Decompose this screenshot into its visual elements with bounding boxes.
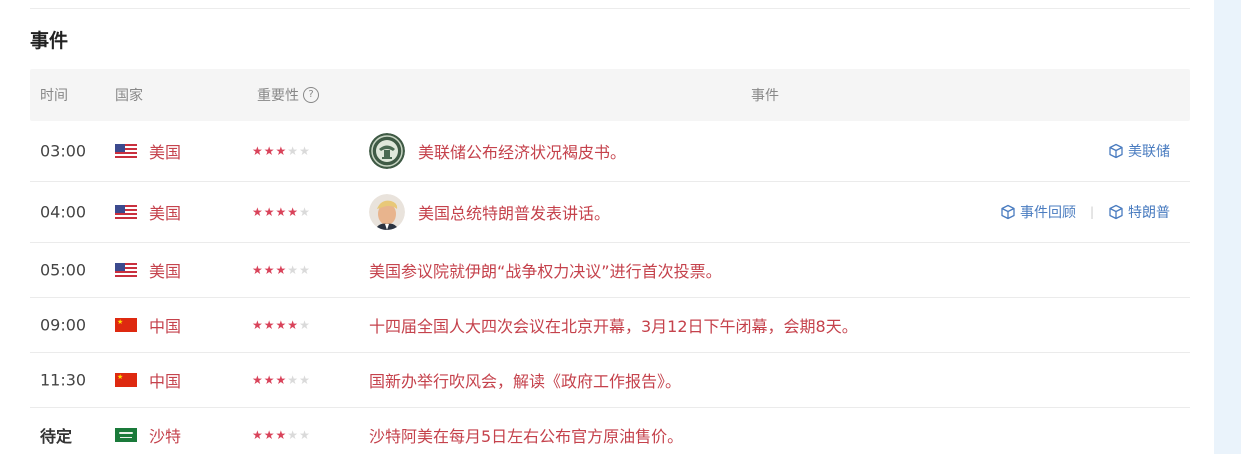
star-filled-icon: ★ [252,263,263,277]
star-filled-icon: ★ [263,144,275,158]
us-flag-icon [115,205,137,219]
event-title[interactable]: 美国参议院就伊朗“战争权力决议”进行首次投票。 [369,258,722,282]
star-filled-icon: ★ [252,144,263,158]
star-empty-icon: ★ [299,144,310,158]
tag-separator: | [1089,205,1094,219]
star-filled-icon: ★ [287,205,299,219]
star-empty-icon: ★ [287,373,299,387]
star-filled-icon: ★ [252,428,263,442]
star-empty-icon: ★ [299,428,310,442]
event-time: 04:00 [40,202,87,222]
star-empty-icon: ★ [287,263,299,277]
tag-label: 特朗普 [1128,205,1170,221]
us-flag-icon [115,144,137,158]
importance-stars: ★ ★ ★ ★ ★ [252,263,310,277]
divider [30,8,1190,9]
star-filled-icon: ★ [263,318,275,332]
column-header-importance: 重要性 ? [257,85,319,105]
star-filled-icon: ★ [263,263,275,277]
event-title[interactable]: 沙特阿美在每月5日左右公布官方原油售价。 [369,423,683,447]
column-header-event: 事件 [751,88,779,104]
star-empty-icon: ★ [287,428,299,442]
importance-label: 重要性 [257,88,299,104]
column-header-time: 时间 [40,88,68,104]
us-flag-icon [115,263,137,277]
importance-stars: ★ ★ ★ ★ ★ [252,205,310,219]
event-country[interactable]: 沙特 [149,423,181,447]
section-title: 事件 [30,30,69,52]
star-filled-icon: ★ [263,428,275,442]
importance-stars: ★ ★ ★ ★ ★ [252,428,310,442]
event-title[interactable]: 美国总统特朗普发表讲话。 [418,200,610,224]
event-country[interactable]: 美国 [149,139,181,163]
event-tags: 美联储 [1108,141,1170,161]
cube-icon [1109,204,1123,220]
tag-label: 美联储 [1128,144,1170,160]
star-empty-icon: ★ [299,205,310,219]
star-filled-icon: ★ [275,318,287,332]
help-icon[interactable]: ? [303,87,319,103]
star-empty-icon: ★ [299,263,310,277]
star-filled-icon: ★ [252,318,263,332]
cube-icon [1001,204,1015,220]
fed-seal-icon [369,133,405,169]
importance-stars: ★ ★ ★ ★ ★ [252,318,310,332]
tag-label: 事件回顾 [1019,205,1076,221]
star-filled-icon: ★ [263,205,275,219]
cn-flag-icon: ★ [115,373,137,387]
star-filled-icon: ★ [275,205,287,219]
tag-event-review[interactable]: 事件回顾 [1000,202,1076,222]
importance-stars: ★ ★ ★ ★ ★ [252,144,310,158]
events-table: 时间 国家 重要性 ? 事件 03:00 美国 ★ ★ ★ ★ ★ 美联储公布经济状况褐… [30,69,1190,462]
event-time: 待定 [40,427,73,446]
star-filled-icon: ★ [287,318,299,332]
importance-stars: ★ ★ ★ ★ ★ [252,373,310,387]
person-portrait-icon [369,194,405,230]
cn-flag-icon: ★ [115,318,137,332]
table-header: 时间 国家 重要性 ? 事件 [30,69,1190,121]
table-row: 04:00 美国 ★ ★ ★ ★ ★ 美国总统特朗普发表讲话。 事件回顾 | 特… [30,182,1190,243]
event-title[interactable]: 国新办举行吹风会，解读《政府工作报告》。 [369,368,681,392]
star-empty-icon: ★ [299,318,310,332]
star-filled-icon: ★ [263,373,275,387]
star-filled-icon: ★ [275,428,287,442]
table-row: 05:00 美国 ★ ★ ★ ★ ★ 美国参议院就伊朗“战争权力决议”进行首次投票。 [30,243,1190,298]
event-country[interactable]: 中国 [149,313,181,337]
right-sidebar-strip [1214,0,1241,454]
table-row: 03:00 美国 ★ ★ ★ ★ ★ 美联储公布经济状况褐皮书。 美联储 [30,121,1190,182]
event-title[interactable]: 十四届全国人大四次会议在北京开幕，3月12日下午闭幕，会期8天。 [369,313,858,337]
tag-fed[interactable]: 美联储 [1108,141,1170,161]
star-filled-icon: ★ [252,205,263,219]
event-time: 05:00 [40,260,87,280]
column-header-country: 国家 [115,88,143,104]
event-country[interactable]: 中国 [149,368,181,392]
star-empty-icon: ★ [299,373,310,387]
event-country[interactable]: 美国 [149,258,181,282]
star-filled-icon: ★ [275,144,287,158]
tag-trump[interactable]: 特朗普 [1108,202,1170,222]
event-title[interactable]: 美联储公布经济状况褐皮书。 [418,139,626,163]
star-filled-icon: ★ [275,263,287,277]
event-country[interactable]: 美国 [149,200,181,224]
cube-icon [1109,143,1123,159]
event-time: 11:30 [40,370,87,390]
star-filled-icon: ★ [275,373,287,387]
table-row: 11:30 ★ 中国 ★ ★ ★ ★ ★ 国新办举行吹风会，解读《政府工作报告》。 [30,353,1190,408]
table-row: 09:00 ★ 中国 ★ ★ ★ ★ ★ 十四届全国人大四次会议在北京开幕，3月12日下… [30,298,1190,353]
event-time: 09:00 [40,315,87,335]
event-tags: 事件回顾 | 特朗普 [1000,202,1170,222]
event-time: 03:00 [40,141,87,161]
sa-flag-icon [115,428,137,442]
star-empty-icon: ★ [287,144,299,158]
star-filled-icon: ★ [252,373,263,387]
